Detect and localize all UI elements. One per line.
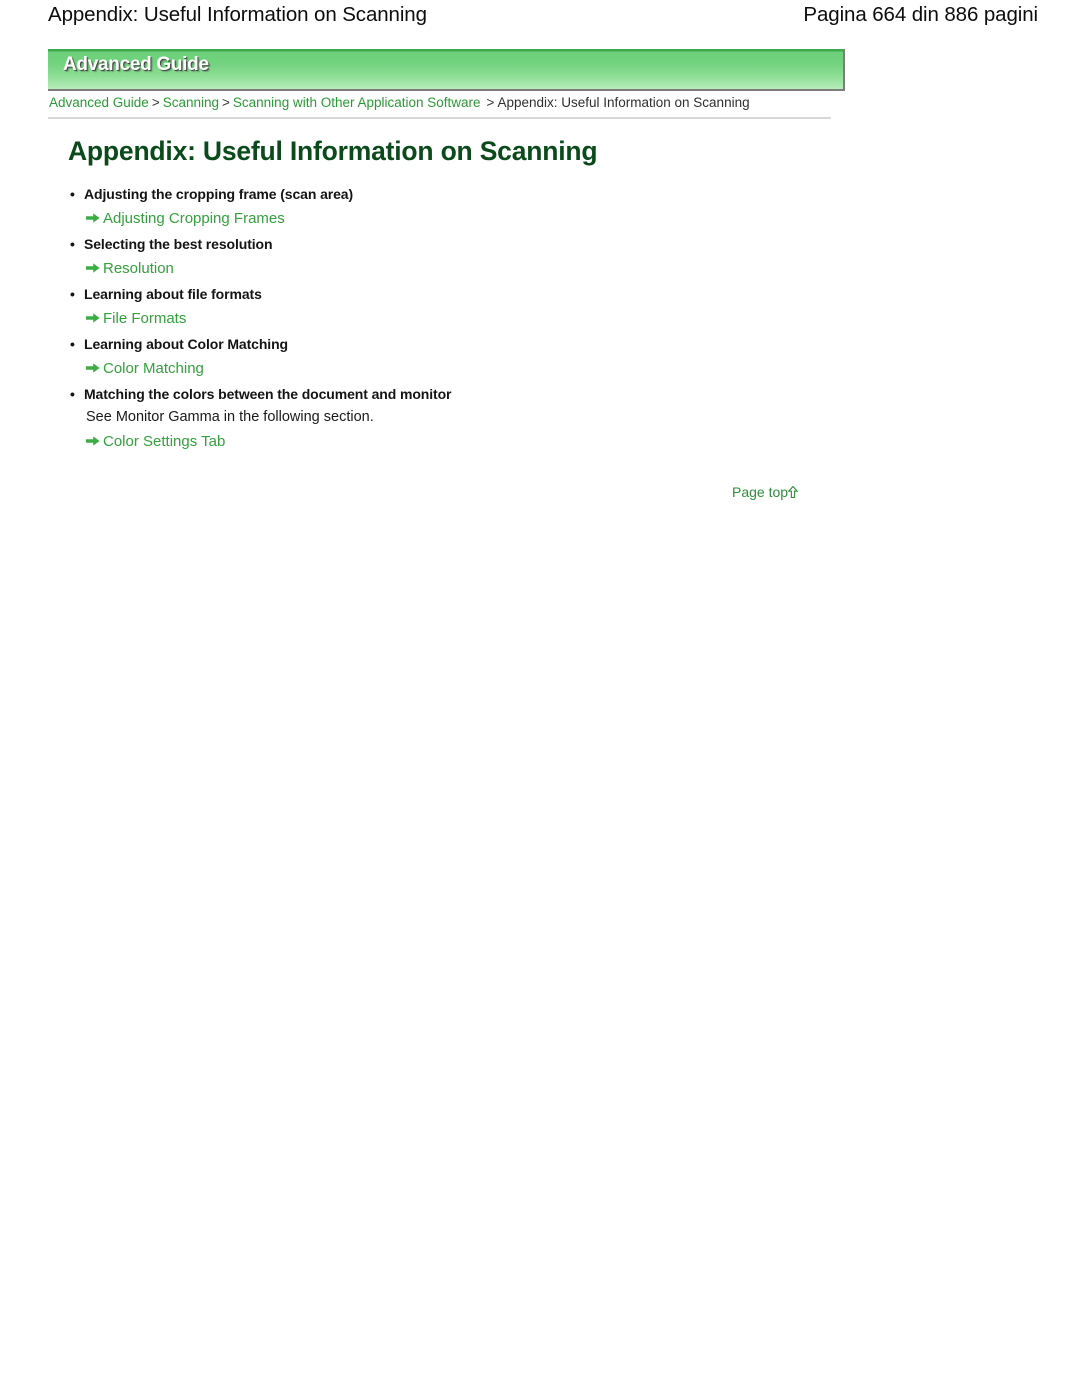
topic-heading: • Learning about file formats	[66, 283, 866, 306]
page-header-page-count: Pagina 664 din 886 pagini	[803, 3, 1038, 26]
page-top-link[interactable]: Page top	[732, 484, 799, 500]
main-content: Appendix: Useful Information on Scanning…	[66, 136, 866, 456]
bullet-icon: •	[70, 186, 75, 202]
topic-link-label: Resolution	[103, 260, 174, 277]
topic-link-file-formats[interactable]: File Formats	[66, 306, 866, 332]
page-header-title: Appendix: Useful Information on Scanning	[48, 3, 427, 26]
page-top-label: Page top	[732, 484, 789, 500]
topic-link-label: File Formats	[103, 310, 187, 327]
bullet-icon: •	[70, 236, 75, 252]
breadcrumb-item-scanning-with-other-application-software[interactable]: Scanning with Other Application Software	[233, 95, 481, 110]
list-item: • Learning about Color Matching Color Ma…	[66, 333, 866, 382]
topic-link-label: Color Settings Tab	[103, 433, 226, 450]
topic-heading-label: Learning about file formats	[84, 286, 262, 302]
right-arrow-icon	[86, 436, 100, 446]
topic-heading-label: Learning about Color Matching	[84, 336, 288, 352]
list-item: • Learning about file formats File Forma…	[66, 283, 866, 332]
topic-heading-label: Selecting the best resolution	[84, 236, 273, 252]
topic-link-adjusting-cropping-frames[interactable]: Adjusting Cropping Frames	[66, 206, 866, 232]
topic-heading: • Matching the colors between the docume…	[66, 383, 866, 406]
right-arrow-icon	[86, 213, 100, 223]
breadcrumb: Advanced Guide > Scanning > Scanning with Ot…	[49, 95, 750, 111]
bullet-icon: •	[70, 386, 75, 402]
topic-heading: • Adjusting the cropping frame (scan are…	[66, 183, 866, 206]
list-item: • Adjusting the cropping frame (scan are…	[66, 183, 866, 232]
breadcrumb-separator: >	[222, 95, 230, 110]
advanced-guide-banner: Advanced Guide	[48, 49, 845, 91]
up-arrow-icon	[788, 486, 799, 498]
breadcrumb-separator: >	[486, 95, 495, 110]
topic-list: • Adjusting the cropping frame (scan are…	[66, 183, 866, 455]
right-arrow-icon	[86, 313, 100, 323]
bullet-icon: •	[70, 336, 75, 352]
breadcrumb-item-scanning[interactable]: Scanning	[163, 95, 219, 110]
breadcrumb-item-current: Appendix: Useful Information on Scanning	[497, 95, 750, 110]
advanced-guide-banner-label: Advanced Guide	[63, 54, 209, 75]
topic-link-color-matching[interactable]: Color Matching	[66, 356, 866, 382]
topic-link-color-settings-tab[interactable]: Color Settings Tab	[66, 429, 866, 455]
topic-heading: • Selecting the best resolution	[66, 233, 866, 256]
topic-link-label: Adjusting Cropping Frames	[103, 210, 285, 227]
topic-link-resolution[interactable]: Resolution	[66, 256, 866, 282]
topic-link-label: Color Matching	[103, 360, 204, 377]
print-page-header: Appendix: Useful Information on Scanning…	[0, 0, 1080, 34]
breadcrumb-item-advanced-guide[interactable]: Advanced Guide	[49, 95, 149, 110]
topic-heading-label: Adjusting the cropping frame (scan area)	[84, 186, 354, 202]
list-item: • Matching the colors between the docume…	[66, 383, 866, 455]
page-title: Appendix: Useful Information on Scanning	[68, 136, 598, 166]
right-arrow-icon	[86, 363, 100, 373]
bullet-icon: •	[70, 286, 75, 302]
breadcrumb-separator: >	[151, 95, 160, 110]
breadcrumb-divider	[48, 117, 831, 119]
topic-note: See Monitor Gamma in the following secti…	[86, 409, 374, 425]
topic-heading-label: Matching the colors between the document…	[84, 386, 452, 402]
right-arrow-icon	[86, 263, 100, 273]
topic-heading: • Learning about Color Matching	[66, 333, 866, 356]
list-item: • Selecting the best resolution Resoluti…	[66, 233, 866, 282]
